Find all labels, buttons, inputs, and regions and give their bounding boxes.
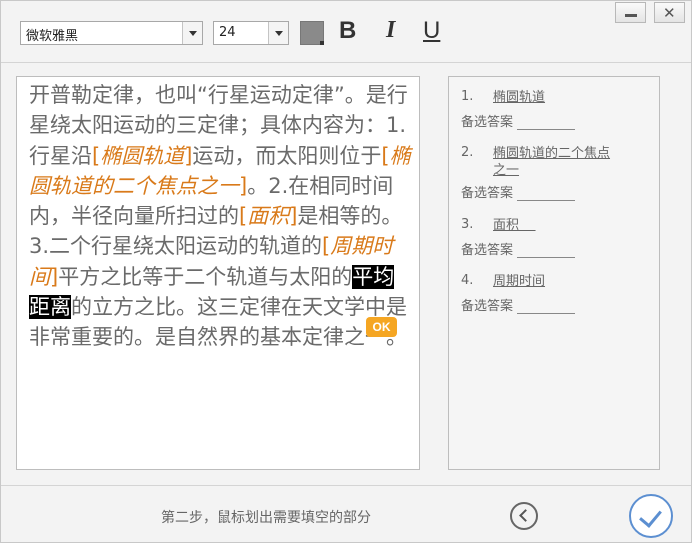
underline-button[interactable]: U — [423, 17, 440, 45]
alt-answer-line — [517, 118, 576, 130]
alt-answer-field[interactable]: 备选答案 — [461, 182, 576, 201]
answer-term[interactable]: 面积 — [493, 217, 643, 234]
format-toolbar: 微软雅黑 24 B I U ✕ — [1, 1, 691, 63]
chevron-down-icon[interactable] — [268, 22, 288, 44]
bold-button[interactable]: B — [339, 17, 356, 45]
font-size-select[interactable]: 24 — [213, 21, 289, 45]
font-family-select[interactable]: 微软雅黑 — [20, 21, 203, 45]
answer-number: 3. — [461, 217, 474, 232]
close-icon: ✕ — [663, 4, 676, 22]
alt-answer-label: 备选答案 — [461, 186, 514, 201]
dialog-window: 微软雅黑 24 B I U ✕ 开普勒定律，也叫“行星运动定律”。是行星绕太阳运… — [0, 0, 692, 543]
step-hint: 第二步，鼠标划出需要填空的部分 — [161, 510, 371, 526]
close-button[interactable]: ✕ — [654, 2, 685, 23]
answer-number: 1. — [461, 89, 474, 104]
blank-bracket: ] — [50, 264, 59, 289]
answer-number: 2. — [461, 145, 474, 160]
footer-divider — [1, 485, 691, 486]
text-segment: 运动，而太阳则位于 — [192, 143, 382, 168]
italic-button[interactable]: I — [386, 17, 395, 44]
text-editor[interactable]: 开普勒定律，也叫“行星运动定律”。是行星绕太阳运动的三定律；具体内容为：1.行星… — [16, 76, 420, 470]
alt-answer-label: 备选答案 — [461, 243, 514, 258]
font-family-value: 微软雅黑 — [26, 29, 79, 44]
blank-1[interactable]: 椭圆轨道 — [100, 144, 184, 168]
blank-bracket: [ — [239, 204, 248, 229]
confirm-button[interactable] — [629, 494, 673, 538]
blank-bracket: [ — [381, 143, 390, 168]
text-segment: 的立方之比。这三定律在天文学中是非常重要的。是自然界的基本定律之一。 — [29, 295, 407, 350]
blank-bracket: ] — [239, 173, 248, 198]
alt-answer-field[interactable]: 备选答案 — [461, 239, 576, 258]
answer-term[interactable]: 椭圆轨道 — [493, 89, 643, 106]
blank-bracket: [ — [92, 143, 101, 168]
text-segment: 平方之比等于二个轨道与太阳的 — [58, 264, 353, 289]
alt-answer-line — [517, 189, 576, 201]
alt-answer-line — [517, 246, 576, 258]
alt-answer-label: 备选答案 — [461, 115, 514, 130]
alt-answer-label: 备选答案 — [461, 299, 514, 314]
alt-answer-field[interactable]: 备选答案 — [461, 111, 576, 130]
alt-answer-line — [517, 302, 576, 314]
answer-term[interactable]: 周期时间 — [493, 273, 643, 290]
text-color-button[interactable] — [300, 21, 324, 45]
answer-number: 4. — [461, 273, 474, 288]
alt-answer-field[interactable]: 备选答案 — [461, 295, 576, 314]
answer-panel: 1. 椭圆轨道 备选答案 2. 椭圆轨道的二个焦点 之一 备选答案 3. 面积 … — [448, 76, 660, 470]
answer-term[interactable]: 椭圆轨道的二个焦点 之一 — [493, 145, 643, 179]
back-button[interactable] — [510, 502, 538, 530]
minimize-icon — [625, 14, 637, 17]
minimize-button[interactable] — [615, 2, 646, 23]
editor-content[interactable]: 开普勒定律，也叫“行星运动定律”。是行星绕太阳运动的三定律；具体内容为：1.行星… — [29, 80, 415, 353]
blank-3[interactable]: 面积 — [247, 204, 289, 228]
ok-confirm-badge[interactable]: OK — [366, 317, 397, 337]
font-size-value: 24 — [219, 25, 236, 40]
chevron-down-icon[interactable] — [182, 22, 202, 44]
